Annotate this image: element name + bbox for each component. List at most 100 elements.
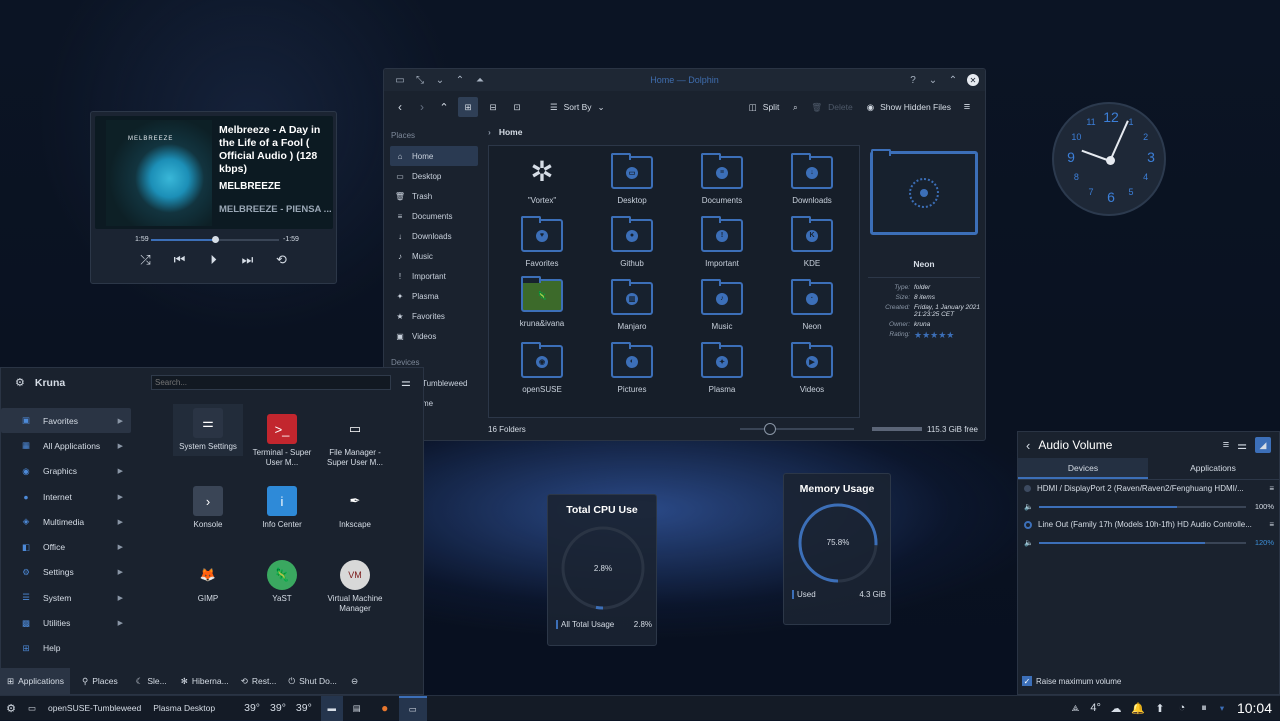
file-item[interactable]: ● Github — [587, 216, 677, 279]
weather-cloud-icon[interactable]: ☁ — [1105, 702, 1127, 715]
seek-slider[interactable] — [151, 236, 279, 243]
delete-button[interactable]: Delete — [828, 102, 853, 112]
configure-icon[interactable]: ⚌ — [1237, 439, 1247, 452]
file-item[interactable]: 🦎 kruna&ivana — [497, 276, 587, 342]
tray-expand-icon[interactable]: ▾ — [1215, 703, 1229, 714]
sidebar-item-important[interactable]: ! Important — [384, 266, 484, 286]
previous-icon[interactable]: ⏮ — [169, 252, 191, 268]
notifications-icon[interactable]: 🔔 — [1127, 702, 1149, 715]
task-opensuse[interactable]: openSUSE-Tumbleweed — [42, 703, 147, 713]
category-help[interactable]: ⊞ Help — [1, 636, 131, 661]
file-item[interactable]: ♥ Favorites — [497, 216, 587, 279]
filter-icon[interactable]: ⚌ — [401, 376, 411, 389]
rating-stars[interactable]: ★★★★★ — [914, 331, 980, 340]
volume-slider[interactable] — [1039, 505, 1246, 508]
sidebar-item-downloads[interactable]: ↓ Downloads — [384, 226, 484, 246]
sidebar-item-videos[interactable]: ▣ Videos — [384, 326, 484, 346]
file-item[interactable]: ↓ Downloads — [767, 153, 857, 216]
category-system[interactable]: ☰ System ▶ — [1, 585, 131, 610]
pager-icon[interactable]: ▬ — [320, 695, 343, 721]
file-item[interactable]: · Neon — [767, 279, 857, 342]
forward-icon[interactable]: › — [414, 100, 430, 114]
terminal-icon[interactable]: ▤ — [343, 703, 371, 714]
file-item[interactable]: K KDE — [767, 216, 857, 279]
app-system-settings[interactable]: ⚌ System Settings — [173, 404, 243, 456]
category-multimedia[interactable]: ◈ Multimedia ▶ — [1, 509, 131, 534]
checkbox[interactable]: ✓ — [1022, 676, 1032, 686]
sidebar-item-plasma[interactable]: ✦ Plasma — [384, 286, 484, 306]
updates-icon[interactable]: ⬆ — [1149, 702, 1171, 715]
category-graphics[interactable]: ◉ Graphics ▶ — [1, 459, 131, 484]
category-internet[interactable]: ● Internet ▶ — [1, 484, 131, 509]
back-icon[interactable]: ‹ — [392, 100, 408, 114]
radio-button[interactable] — [1024, 520, 1032, 529]
sort-button[interactable]: Sort By — [564, 102, 592, 112]
file-item[interactable]: ◐ Pictures — [587, 342, 677, 405]
icons-view-icon[interactable]: ⊞ — [458, 97, 478, 117]
file-item[interactable]: ▥ Manjaro — [587, 279, 677, 342]
category-settings[interactable]: ⚙ Settings ▶ — [1, 560, 131, 585]
dolphin-task-icon[interactable]: ▭ — [398, 695, 427, 721]
list-icon[interactable]: ≡ — [1223, 439, 1229, 451]
category-favorites[interactable]: ▣ Favorites ▶ — [1, 408, 131, 434]
volume-slider[interactable] — [1039, 541, 1246, 544]
tab-applications[interactable]: ⊞ Applications — [1, 668, 70, 694]
breadcrumb-home[interactable]: Home — [499, 127, 523, 137]
app-yast[interactable]: 🦎 YaST — [247, 560, 317, 604]
speaker-icon[interactable]: 🔈 — [1024, 502, 1033, 511]
shuffle-icon[interactable]: ⤮ — [135, 252, 157, 268]
media-pause-icon[interactable]: ⏸ — [1193, 702, 1215, 715]
taskbar-clock[interactable]: 10:04 — [1229, 700, 1280, 716]
raise-max-volume[interactable]: ✓ Raise maximum volume — [1022, 676, 1121, 686]
sidebar-item-trash[interactable]: 🗑 Trash — [384, 186, 484, 206]
sidebar-item-music[interactable]: ♪ Music — [384, 246, 484, 266]
category-all-applications[interactable]: ▦ All Applications ▶ — [1, 433, 131, 458]
app-file-manager-super-user-m[interactable]: ▭ File Manager - Super User M... — [320, 414, 390, 468]
app-terminal-super-user-m[interactable]: >_ Terminal - Super User M... — [247, 414, 317, 468]
sidebar-item-documents[interactable]: ≡ Documents — [384, 206, 484, 226]
details-view-icon[interactable]: ⊡ — [508, 102, 526, 113]
sidebar-item-favorites[interactable]: ★ Favorites — [384, 306, 484, 326]
compact-view-icon[interactable]: ⊟ — [484, 102, 502, 113]
search-input[interactable] — [151, 375, 391, 390]
hamburger-menu-icon[interactable]: ≡ — [957, 101, 977, 113]
launcher-icon[interactable]: ⚙ — [0, 702, 22, 715]
app-inkscape[interactable]: ✒ Inkscape — [320, 486, 390, 530]
back-icon[interactable]: ‹ — [1026, 438, 1030, 453]
repeat-icon[interactable]: ⟲ — [271, 252, 293, 268]
shutdown-button[interactable]: ⏻ Shut Do... — [284, 676, 341, 687]
device-icon[interactable]: ▭ — [22, 703, 42, 714]
app-konsole[interactable]: › Konsole — [173, 486, 243, 530]
up-icon[interactable]: ⌃ — [436, 101, 452, 114]
file-item[interactable]: ◉ openSUSE — [497, 342, 587, 405]
radio-button[interactable] — [1024, 485, 1031, 492]
user-avatar-icon[interactable]: ⚙ — [15, 376, 25, 389]
sidebar-item-home[interactable]: ⌂ Home — [390, 146, 478, 166]
category-utilities[interactable]: ▩ Utilities ▶ — [1, 610, 131, 635]
app-virtual-machine-manager[interactable]: VM Virtual Machine Manager — [320, 560, 390, 614]
split-button[interactable]: Split — [763, 102, 780, 112]
zoom-slider[interactable] — [740, 423, 854, 435]
play-icon[interactable]: ⏵ — [203, 252, 225, 268]
volume-icon[interactable]: ◔ — [1171, 702, 1193, 714]
firefox-icon[interactable]: ● — [371, 701, 399, 715]
file-item[interactable]: ▭ Desktop — [587, 153, 677, 216]
show-hidden-button[interactable]: Show Hidden Files — [880, 102, 951, 112]
hamburger-menu-icon[interactable]: ≡ — [1269, 484, 1274, 493]
next-icon[interactable]: ⏭ — [237, 252, 259, 268]
task-plasma[interactable]: Plasma Desktop — [147, 703, 221, 713]
app-gimp[interactable]: 🦊 GIMP — [173, 560, 243, 604]
restart-button[interactable]: ⟲ Rest... — [237, 676, 281, 687]
search-icon[interactable]: ⌕ — [785, 102, 805, 113]
file-item[interactable]: ≡ Documents — [677, 153, 767, 216]
speaker-icon[interactable]: 🔈 — [1024, 538, 1033, 547]
app-info-center[interactable]: i Info Center — [247, 486, 317, 530]
tab-applications[interactable]: Applications — [1148, 458, 1278, 479]
file-item[interactable]: ▶ Videos — [767, 342, 857, 405]
pin-icon[interactable]: ◢ — [1255, 437, 1271, 453]
tray-network-icon[interactable]: ⟁ — [1064, 703, 1086, 714]
hamburger-menu-icon[interactable]: ≡ — [1269, 520, 1274, 529]
file-item[interactable]: ♪ Music — [677, 279, 767, 342]
file-item[interactable]: ! Important — [677, 216, 767, 279]
tab-places[interactable]: ⚲ Places — [74, 676, 126, 687]
